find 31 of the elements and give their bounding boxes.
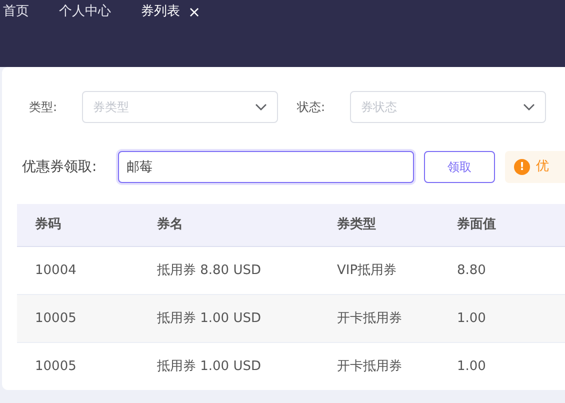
column-header: 券类型 bbox=[337, 216, 377, 234]
nav-tab[interactable]: 个人中心 bbox=[59, 2, 111, 22]
table-cell-text: 抵用券 8.80 USD bbox=[157, 262, 262, 280]
alert-text: 优 bbox=[536, 158, 549, 176]
chevron-down-icon bbox=[523, 103, 535, 111]
table-cell-text: 开卡抵用券 bbox=[337, 310, 403, 328]
claim-button[interactable]: 领取 bbox=[424, 151, 495, 183]
chevron-down-icon bbox=[255, 103, 267, 111]
column-header: 券码 bbox=[34, 216, 62, 234]
table-cell-text: 开卡抵用券 bbox=[337, 358, 403, 376]
placeholder-text: 券类型 bbox=[92, 99, 129, 116]
placeholder-text: 券状态 bbox=[360, 99, 397, 116]
column-header: 券名 bbox=[157, 216, 184, 234]
warning-icon: ! bbox=[514, 159, 530, 175]
table-cell-text: 1.00 bbox=[457, 310, 487, 328]
table-cell-text: VIP抵用券 bbox=[337, 262, 398, 280]
nav-tab[interactable]: 券列表 × bbox=[141, 2, 201, 22]
table-cell-text: 8.80 bbox=[457, 262, 487, 280]
table-cell-text: 1.00 bbox=[457, 358, 487, 376]
column-header: 券面值 bbox=[457, 216, 497, 234]
table-cell-text: 抵用券 1.00 USD bbox=[157, 310, 262, 328]
nav-tab[interactable]: 首页 bbox=[3, 2, 29, 22]
close-icon[interactable]: × bbox=[188, 4, 201, 20]
table-cell-text: 10005 bbox=[34, 310, 78, 328]
coupon-input[interactable]: 邮莓 bbox=[118, 151, 414, 183]
table-cell-text: 10005 bbox=[34, 358, 78, 376]
field-label: 优惠券领取: bbox=[22, 158, 98, 176]
table-cell-text: 抵用券 1.00 USD bbox=[157, 358, 262, 376]
field-label: 状态: bbox=[297, 99, 326, 116]
field-label: 类型: bbox=[29, 99, 58, 116]
table-cell-text: 10004 bbox=[34, 262, 78, 280]
